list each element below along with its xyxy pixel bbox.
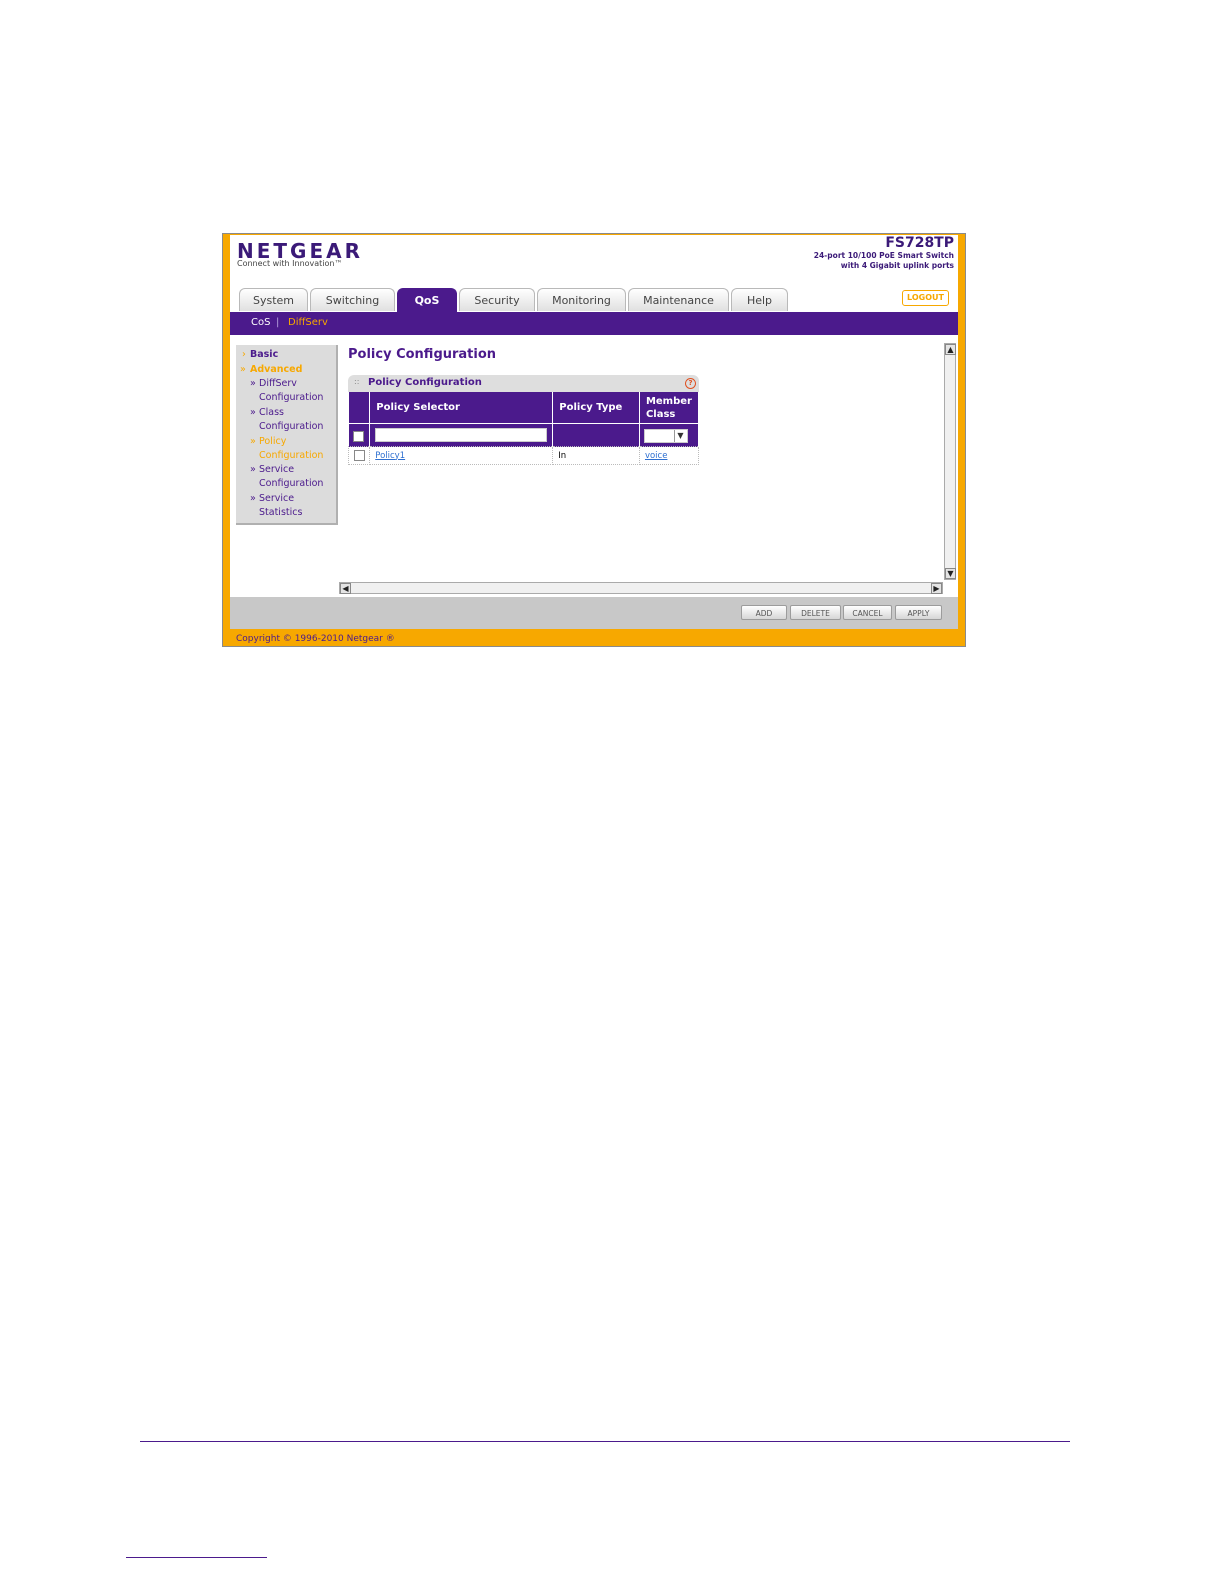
policy-type-input-cell (552, 423, 640, 447)
column-policy-type: Policy Type (552, 392, 640, 424)
scroll-down-icon[interactable]: ▼ (945, 568, 956, 579)
add-button[interactable]: ADD (741, 605, 787, 620)
member-class-link[interactable]: voice (645, 451, 668, 461)
sidebar-item-service-configuration-line2[interactable]: Configuration (259, 477, 323, 491)
horizontal-scrollbar[interactable]: ◀ ▶ (339, 582, 943, 594)
column-policy-selector: Policy Selector (369, 392, 554, 424)
copyright: Copyright © 1996-2010 Netgear ® (236, 634, 395, 644)
cancel-button[interactable]: CANCEL (843, 605, 892, 620)
sidebar-item-diffserv-configuration[interactable]: DiffServ (259, 377, 297, 391)
apply-button[interactable]: APPLY (895, 605, 942, 620)
panel-header: :: Policy Configuration ? (348, 375, 699, 392)
sidebar-menu: › Basic » Advanced » DiffServ Configurat… (236, 345, 338, 525)
scroll-up-icon[interactable]: ▲ (945, 344, 956, 355)
tab-qos[interactable]: QoS (397, 288, 457, 312)
delete-button[interactable]: DELETE (790, 605, 841, 620)
member-class-cell: voice (638, 446, 700, 465)
help-icon[interactable]: ? (685, 378, 696, 389)
sidebar-item-service-configuration[interactable]: Service (259, 463, 294, 477)
subnav-diffserv[interactable]: DiffServ (288, 317, 328, 328)
chevron-down-icon[interactable]: ▼ (673, 430, 686, 442)
tagline: Connect with Innovation™ (237, 259, 343, 268)
select-all-cell (348, 423, 371, 447)
sidebar-item-service-statistics-line2[interactable]: Statistics (259, 506, 302, 520)
page-title: Policy Configuration (348, 347, 497, 362)
table-input-row: ▼ (348, 423, 700, 447)
panel-title: Policy Configuration (368, 377, 482, 388)
model-name: FS728TP (885, 235, 954, 251)
sidebar-item-class-configuration-line2[interactable]: Configuration (259, 420, 323, 434)
member-class-label-line1: Member (645, 395, 692, 407)
table-row: Policy1 In voice (347, 446, 700, 465)
row-checkbox[interactable] (353, 450, 365, 461)
logout-button[interactable]: LOGOUT (902, 290, 949, 306)
column-member-class: Member Class (639, 392, 700, 424)
sidebar-item-class-configuration[interactable]: Class (259, 406, 284, 420)
sidebar-item-diffserv-configuration-line2[interactable]: Configuration (259, 391, 323, 405)
divider (126, 1557, 267, 1558)
tab-system[interactable]: System (239, 288, 308, 311)
select-column-header (348, 392, 371, 424)
sidebar-item-policy-configuration-line2[interactable]: Configuration (259, 449, 323, 463)
chevron-right-icon: » (250, 378, 256, 389)
member-class-label-line2: Class (645, 408, 676, 420)
policy-link[interactable]: Policy1 (375, 451, 405, 461)
policy-selector-cell: Policy1 (369, 446, 554, 465)
double-chevron-icon: » (240, 364, 246, 375)
sidebar-item-policy-configuration[interactable]: Policy (259, 435, 286, 449)
action-bar: ADD DELETE CANCEL APPLY (230, 597, 958, 629)
chevron-right-icon: » (250, 493, 256, 504)
tab-security[interactable]: Security (459, 288, 535, 311)
chevron-right-icon: » (250, 436, 256, 447)
model-description: 24-port 10/100 PoE Smart Switch with 4 G… (813, 251, 954, 270)
chevron-right-icon: » (250, 407, 256, 418)
table-header-row: Policy Selector Policy Type Member Class (348, 392, 700, 424)
row-select-cell (347, 446, 371, 465)
sidebar-item-advanced[interactable]: Advanced (250, 363, 302, 377)
chevron-right-icon: › (242, 349, 246, 360)
tab-monitoring[interactable]: Monitoring (537, 288, 626, 311)
policy-selector-input[interactable] (375, 428, 548, 442)
policy-table: Policy Selector Policy Type Member Class… (347, 392, 700, 465)
tab-maintenance[interactable]: Maintenance (628, 288, 729, 311)
member-class-select[interactable]: ▼ (643, 429, 688, 443)
scroll-left-icon[interactable]: ◀ (340, 583, 351, 594)
divider (140, 1441, 1070, 1442)
sidebar-item-basic[interactable]: Basic (250, 348, 278, 362)
select-all-checkbox[interactable] (353, 430, 365, 442)
tab-switching[interactable]: Switching (310, 288, 395, 311)
sub-navigation: CoS | DiffServ (230, 312, 958, 335)
vertical-scrollbar[interactable]: ▲ ▼ (944, 343, 956, 580)
header: NETGEAR Connect with Innovation™ FS728TP… (230, 235, 958, 312)
scroll-right-icon[interactable]: ▶ (931, 583, 942, 594)
subnav-cos[interactable]: CoS (251, 317, 270, 328)
member-class-input-cell: ▼ (639, 423, 700, 447)
tab-help[interactable]: Help (731, 288, 788, 311)
subnav-separator: | (276, 317, 280, 328)
collapse-icon[interactable]: :: (354, 377, 359, 386)
content-area: › Basic » Advanced » DiffServ Configurat… (230, 335, 958, 597)
policy-selector-input-cell (369, 423, 554, 447)
sidebar-item-service-statistics[interactable]: Service (259, 492, 294, 506)
policy-type-cell: In (552, 446, 640, 465)
chevron-right-icon: » (250, 464, 256, 475)
